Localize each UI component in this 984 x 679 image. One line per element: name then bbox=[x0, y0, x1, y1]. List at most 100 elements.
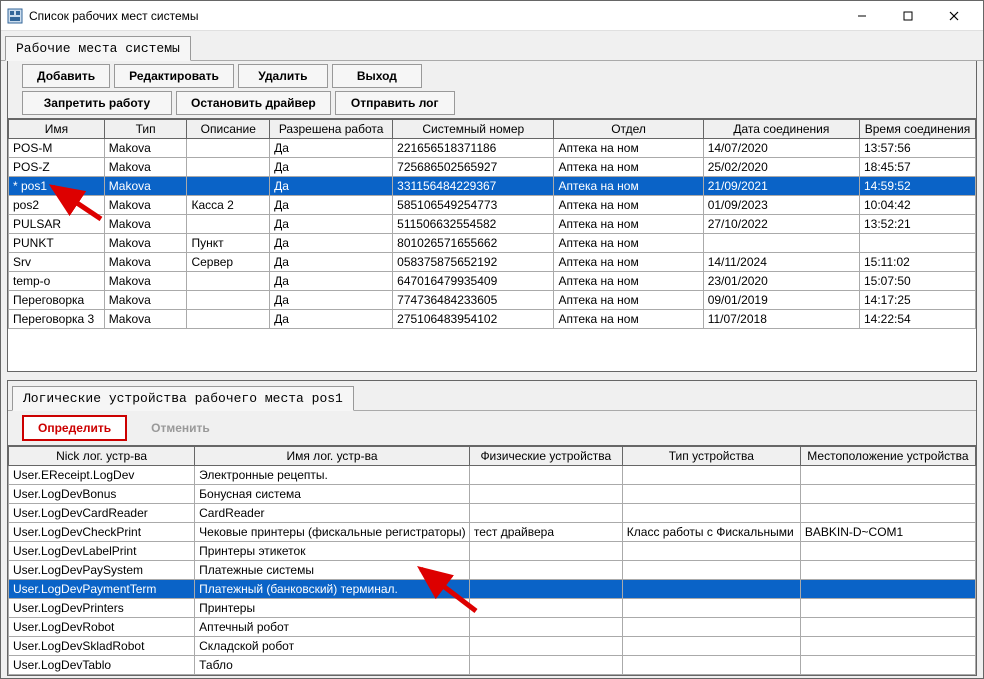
table-row[interactable]: PUNKTMakovaПунктДа801026571655662Аптека … bbox=[9, 234, 976, 253]
cell-type bbox=[622, 561, 800, 580]
cell-dept: Аптека на ном bbox=[554, 177, 703, 196]
table-row[interactable]: POS-MMakovaДа221656518371186Аптека на но… bbox=[9, 139, 976, 158]
col-allowed[interactable]: Разрешена работа bbox=[270, 120, 393, 139]
cell-type: Класс работы с Фискальными bbox=[622, 523, 800, 542]
col-nick[interactable]: Nick лог. устр-ва bbox=[9, 447, 195, 466]
cell-desc bbox=[187, 215, 270, 234]
cell-type: Makova bbox=[104, 253, 187, 272]
cell-connTime bbox=[859, 234, 975, 253]
cell-connDate: 23/01/2020 bbox=[703, 272, 859, 291]
send-log-button[interactable]: Отправить лог bbox=[335, 91, 455, 115]
cell-nick: User.LogDevPrinters bbox=[9, 599, 195, 618]
table-row[interactable]: pos2MakovaКасса 2Да585106549254773Аптека… bbox=[9, 196, 976, 215]
cancel-button[interactable]: Отменить bbox=[137, 415, 224, 441]
cell-name: Платежные системы bbox=[195, 561, 470, 580]
cell-name: POS-Z bbox=[9, 158, 105, 177]
table-row[interactable]: * pos1MakovaДа331156484229367Аптека на н… bbox=[9, 177, 976, 196]
col-desc[interactable]: Описание bbox=[187, 120, 270, 139]
col-type[interactable]: Тип bbox=[104, 120, 187, 139]
table-row[interactable]: User.LogDevLabelPrintПринтеры этикеток bbox=[9, 542, 976, 561]
cell-name: Платежный (банковский) терминал. bbox=[195, 580, 470, 599]
forbid-button[interactable]: Запретить работу bbox=[22, 91, 172, 115]
cell-desc bbox=[187, 272, 270, 291]
cell-nick: User.LogDevPaySystem bbox=[9, 561, 195, 580]
app-icon bbox=[7, 8, 23, 24]
cell-nick: User.LogDevSkladRobot bbox=[9, 637, 195, 656]
devices-panel: Логические устройства рабочего места pos… bbox=[7, 380, 977, 676]
table-row[interactable]: User.LogDevCardReaderCardReader bbox=[9, 504, 976, 523]
table-row[interactable]: User.LogDevPrintersПринтеры bbox=[9, 599, 976, 618]
table-row[interactable]: User.LogDevCheckPrintЧековые принтеры (ф… bbox=[9, 523, 976, 542]
table-row[interactable]: User.LogDevBonusБонусная система bbox=[9, 485, 976, 504]
cell-loc bbox=[800, 504, 975, 523]
table-row[interactable]: User.EReceipt.LogDevЭлектронные рецепты. bbox=[9, 466, 976, 485]
cell-desc bbox=[187, 291, 270, 310]
cell-phys bbox=[469, 542, 622, 561]
table-row[interactable]: SrvMakovaСерверДа058375875652192Аптека н… bbox=[9, 253, 976, 272]
col-dev-type[interactable]: Тип устройства bbox=[622, 447, 800, 466]
col-conn-time[interactable]: Время соединения bbox=[859, 120, 975, 139]
cell-desc: Пункт bbox=[187, 234, 270, 253]
cell-connTime: 15:07:50 bbox=[859, 272, 975, 291]
minimize-button[interactable] bbox=[839, 2, 885, 30]
devices-tab[interactable]: Логические устройства рабочего места pos… bbox=[12, 386, 354, 411]
cell-connTime: 13:57:56 bbox=[859, 139, 975, 158]
table-row[interactable]: User.LogDevTabloТабло bbox=[9, 656, 976, 675]
cell-connDate: 11/07/2018 bbox=[703, 310, 859, 329]
table-row[interactable]: User.LogDevPaymentTermПлатежный (банковс… bbox=[9, 580, 976, 599]
devices-toolbar: Определить Отменить bbox=[8, 411, 976, 445]
cell-type: Makova bbox=[104, 291, 187, 310]
workplaces-grid[interactable]: Имя Тип Описание Разрешена работа Систем… bbox=[8, 118, 976, 371]
add-button[interactable]: Добавить bbox=[22, 64, 110, 88]
delete-button[interactable]: Удалить bbox=[238, 64, 328, 88]
cell-name: Переговорка 3 bbox=[9, 310, 105, 329]
edit-button[interactable]: Редактировать bbox=[114, 64, 234, 88]
cell-nick: User.LogDevTablo bbox=[9, 656, 195, 675]
cell-loc bbox=[800, 656, 975, 675]
stop-driver-button[interactable]: Остановить драйвер bbox=[176, 91, 331, 115]
col-dev-name[interactable]: Имя лог. устр-ва bbox=[195, 447, 470, 466]
cell-name: CardReader bbox=[195, 504, 470, 523]
define-button[interactable]: Определить bbox=[22, 415, 127, 441]
titlebar: Список рабочих мест системы bbox=[1, 1, 983, 31]
cell-connTime: 13:52:21 bbox=[859, 215, 975, 234]
table-row[interactable]: Переговорка 3MakovaДа275106483954102Апте… bbox=[9, 310, 976, 329]
table-row[interactable]: POS-ZMakovaДа725686502565927Аптека на но… bbox=[9, 158, 976, 177]
col-dept[interactable]: Отдел bbox=[554, 120, 703, 139]
tab-workplaces[interactable]: Рабочие места системы bbox=[5, 36, 191, 61]
cell-connTime: 14:17:25 bbox=[859, 291, 975, 310]
table-row[interactable]: User.LogDevSkladRobotСкладской робот bbox=[9, 637, 976, 656]
toolbar-row-2: Запретить работу Остановить драйвер Отпр… bbox=[8, 91, 976, 118]
col-sysnum[interactable]: Системный номер bbox=[393, 120, 554, 139]
col-name[interactable]: Имя bbox=[9, 120, 105, 139]
exit-button[interactable]: Выход bbox=[332, 64, 422, 88]
close-button[interactable] bbox=[931, 2, 977, 30]
col-phys[interactable]: Физические устройства bbox=[469, 447, 622, 466]
window-controls bbox=[839, 2, 977, 30]
cell-connDate: 21/09/2021 bbox=[703, 177, 859, 196]
cell-phys bbox=[469, 485, 622, 504]
cell-connDate: 14/11/2024 bbox=[703, 253, 859, 272]
cell-dept: Аптека на ном bbox=[554, 158, 703, 177]
table-row[interactable]: ПереговоркаMakovaДа774736484233605Аптека… bbox=[9, 291, 976, 310]
cell-connTime: 18:45:57 bbox=[859, 158, 975, 177]
cell-allowed: Да bbox=[270, 215, 393, 234]
cell-name: Принтеры этикеток bbox=[195, 542, 470, 561]
cell-connTime: 15:11:02 bbox=[859, 253, 975, 272]
cell-allowed: Да bbox=[270, 253, 393, 272]
cell-phys: тест драйвера bbox=[469, 523, 622, 542]
cell-dept: Аптека на ном bbox=[554, 272, 703, 291]
table-row[interactable]: User.LogDevPaySystemПлатежные системы bbox=[9, 561, 976, 580]
cell-type bbox=[622, 485, 800, 504]
cell-sysnum: 725686502565927 bbox=[393, 158, 554, 177]
cell-type bbox=[622, 637, 800, 656]
col-loc[interactable]: Местоположение устройства bbox=[800, 447, 975, 466]
col-conn-date[interactable]: Дата соединения bbox=[703, 120, 859, 139]
devices-grid[interactable]: Nick лог. устр-ва Имя лог. устр-ва Физич… bbox=[8, 445, 976, 675]
table-row[interactable]: temp-oMakovaДа647016479935409Аптека на н… bbox=[9, 272, 976, 291]
table-row[interactable]: PULSARMakovaДа511506632554582Аптека на н… bbox=[9, 215, 976, 234]
cell-name: Принтеры bbox=[195, 599, 470, 618]
cell-loc bbox=[800, 485, 975, 504]
maximize-button[interactable] bbox=[885, 2, 931, 30]
table-row[interactable]: User.LogDevRobotАптечный робот bbox=[9, 618, 976, 637]
